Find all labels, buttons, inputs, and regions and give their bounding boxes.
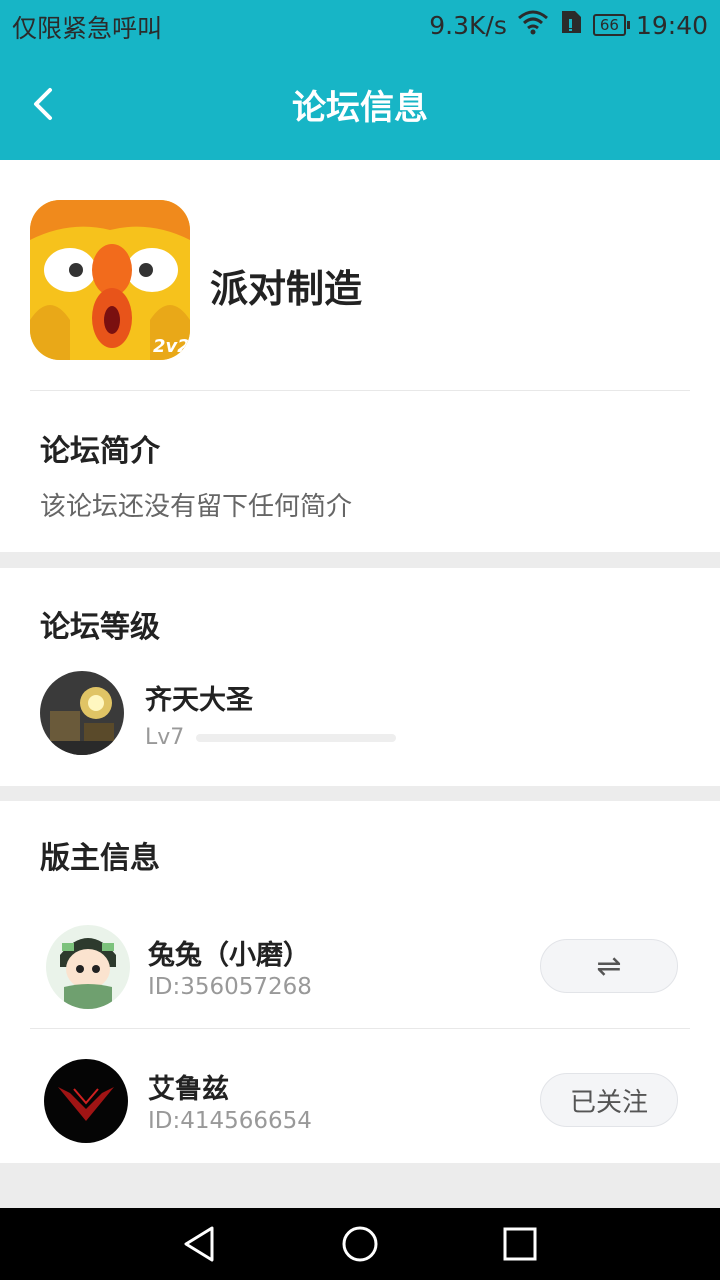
followed-button[interactable]: 已关注 bbox=[540, 1073, 678, 1127]
back-triangle-icon[interactable] bbox=[180, 1224, 220, 1264]
moderator-name: 兔兔（小磨） bbox=[148, 940, 310, 971]
clock: 19:40 bbox=[635, 10, 708, 40]
network-speed: 9.3K/s bbox=[429, 10, 507, 40]
level-user-name: 齐天大圣 bbox=[145, 685, 253, 716]
level-section-title: 论坛等级 bbox=[40, 610, 160, 645]
moderator-id: ID:356057268 bbox=[148, 974, 312, 1000]
avatar[interactable] bbox=[46, 925, 130, 1009]
sim-icon bbox=[559, 9, 583, 41]
moderators-section-title: 版主信息 bbox=[40, 841, 160, 876]
swap-icon: ⇌ bbox=[596, 948, 622, 984]
moderator-id: ID:414566654 bbox=[148, 1108, 312, 1134]
forum-info-card: 2v2 派对制造 论坛简介 该论坛还没有留下任何简介 bbox=[0, 160, 720, 552]
forum-game-icon[interactable]: 2v2 bbox=[30, 200, 190, 360]
battery-indicator: 66 bbox=[592, 14, 631, 36]
icon-badge: 2v2 bbox=[153, 336, 190, 357]
status-bar: 仅限紧急呼叫 9.3K/s 66 19:40 bbox=[0, 0, 720, 48]
moderators-card: 版主信息 兔兔（小磨） ID:356057268 ⇌ 艾鲁兹 ID:414566… bbox=[0, 801, 720, 1163]
app-bar: 论坛信息 bbox=[0, 48, 720, 160]
status-right: 9.3K/s 66 19:40 bbox=[429, 9, 708, 41]
swap-button[interactable]: ⇌ bbox=[540, 939, 678, 993]
forum-level-card: 论坛等级 齐天大圣 Lv7 bbox=[0, 568, 720, 786]
avatar[interactable] bbox=[44, 1059, 128, 1143]
home-circle-icon[interactable] bbox=[340, 1224, 380, 1264]
intro-section-title: 论坛简介 bbox=[40, 434, 160, 469]
carrier-text: 仅限紧急呼叫 bbox=[12, 14, 163, 43]
moderator-name: 艾鲁兹 bbox=[148, 1074, 229, 1105]
wifi-icon bbox=[517, 9, 549, 41]
system-nav-bar bbox=[0, 1208, 720, 1280]
divider bbox=[30, 390, 690, 391]
forum-name: 派对制造 bbox=[210, 267, 363, 311]
level-text: Lv7 bbox=[145, 725, 185, 750]
level-progress-bar bbox=[196, 734, 396, 742]
avatar[interactable] bbox=[40, 671, 124, 755]
recents-square-icon[interactable] bbox=[500, 1224, 540, 1264]
divider bbox=[30, 1028, 690, 1029]
intro-text: 该论坛还没有留下任何简介 bbox=[40, 492, 353, 522]
page-title: 论坛信息 bbox=[292, 88, 428, 128]
